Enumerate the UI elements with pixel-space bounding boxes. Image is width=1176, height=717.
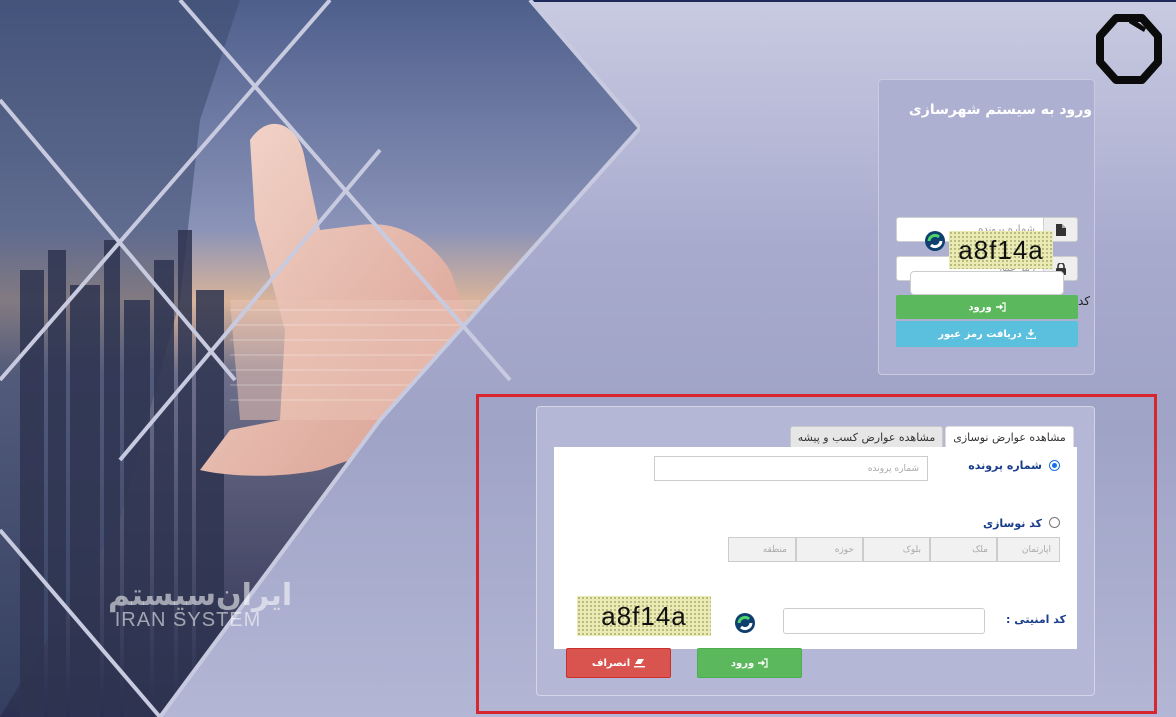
query-file-number-input[interactable] xyxy=(654,456,928,481)
renovation-code-option-label: کد نوسازی xyxy=(983,517,1042,530)
query-refresh-captcha-icon[interactable] xyxy=(734,612,756,634)
property-field[interactable] xyxy=(930,537,997,562)
region-field[interactable] xyxy=(728,537,796,562)
cancel-button-label: انصراف xyxy=(591,657,631,669)
file-number-radio[interactable] xyxy=(1049,460,1060,471)
refresh-captcha-icon[interactable] xyxy=(924,230,946,252)
renovation-code-radio[interactable] xyxy=(1049,517,1060,528)
query-security-code-label: کد امنیتی : xyxy=(1006,613,1066,626)
brand-name-fa: ایران‌سیستم xyxy=(108,578,293,613)
district-field[interactable] xyxy=(796,537,863,562)
download-icon xyxy=(1025,329,1036,339)
captcha-image: a8f14a xyxy=(949,231,1053,269)
login-button[interactable]: ورود xyxy=(896,295,1078,319)
captcha-input[interactable] xyxy=(910,271,1064,295)
login-title: ورود به سیستم شهرسازی xyxy=(908,102,1092,118)
query-captcha-image: a8f14a xyxy=(577,596,711,636)
tab-business-fees[interactable]: مشاهده عوارض کسب و پیشه xyxy=(790,426,943,448)
brand-name-en: IRAN SYSTEM xyxy=(114,609,262,631)
eraser-icon xyxy=(634,658,646,668)
recover-password-label: دریافت رمز عبور xyxy=(938,328,1022,340)
login-button-label: ورود xyxy=(968,301,992,313)
recover-password-button[interactable]: دریافت رمز عبور xyxy=(896,321,1078,347)
apartment-field[interactable] xyxy=(997,537,1060,562)
block-field[interactable] xyxy=(863,537,930,562)
file-number-option-label: شماره پرونده xyxy=(968,459,1042,472)
sign-in-icon xyxy=(758,658,768,668)
octagon-logo-icon xyxy=(1096,14,1162,84)
query-enter-label: ورود xyxy=(730,657,755,669)
tab-renovation-fees[interactable]: مشاهده عوارض نوسازی xyxy=(945,426,1074,448)
query-enter-button[interactable]: ورود xyxy=(697,648,802,678)
cancel-button[interactable]: انصراف xyxy=(566,648,671,678)
query-captcha-input[interactable] xyxy=(783,608,985,634)
renovation-code-fields xyxy=(728,537,1060,562)
sign-in-icon xyxy=(995,302,1006,312)
hero-brand: ایران‌سیستم IRAN SYSTEM xyxy=(108,578,293,632)
